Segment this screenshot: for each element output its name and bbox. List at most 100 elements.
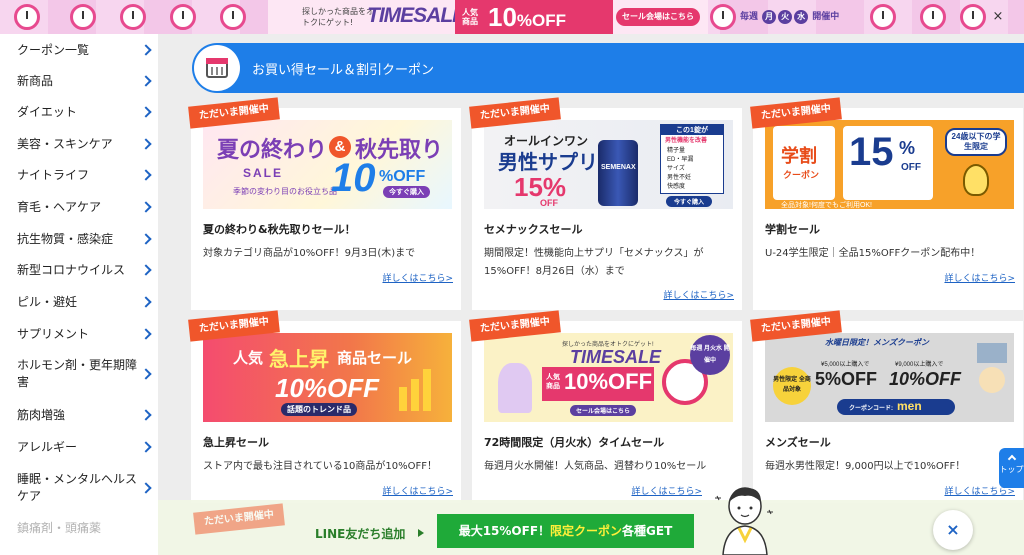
section-header-icon-wrap [194, 45, 240, 91]
sidebar-item-muscle[interactable]: 筋肉増強 [0, 399, 158, 431]
art-text: 男性サプリ [498, 152, 598, 174]
card-banner-image[interactable]: 夏の終わり & 秋先取り SALE 季節の変わり目のお役立ち品 10 %OFF … [203, 120, 452, 209]
art-text: 全品対象!何度でもご利用OK! [781, 202, 873, 209]
sale-card[interactable]: 学割 クーポン 15 % OFF 24歳以下の学生限定 全品対象!何度でもご利用… [750, 97, 1023, 310]
sidebar-item-label: 鎮痛剤・頭痛薬 [17, 520, 102, 535]
card-title: 72時間限定（月火水）タイムセール [484, 436, 665, 449]
sidebar-item-covid[interactable]: 新型コロナウイルス [0, 254, 158, 286]
card-description: 対象カテゴリ商品が10%OFF！9月3日(木)まで [203, 248, 416, 259]
alarm-clock-icon [170, 4, 196, 30]
chevron-right-icon [140, 482, 152, 494]
art-text: ED・早漏 [667, 157, 694, 163]
card-banner-image[interactable]: 探しかった商品をオトクにゲット! TIMESALE 人気商品 10%OFF セー… [484, 333, 733, 422]
art-text: 10 [331, 156, 376, 200]
art-text: TIMESALE [570, 347, 662, 367]
card-details-link[interactable]: 詳しくはこちら> [944, 271, 1015, 284]
alarm-clock-icon [960, 4, 986, 30]
sidebar-item-allergy[interactable]: アレルギー [0, 431, 158, 463]
sale-card[interactable]: オールインワン 男性サプリ 15% OFF SEMENAX この1錠が 男性機能… [469, 97, 742, 310]
card-banner-image[interactable]: 学割 クーポン 15 % OFF 24歳以下の学生限定 全品対象!何度でもご利用… [765, 120, 1014, 209]
banner-week-post: 開催中 [812, 12, 840, 22]
banner-week-pre: 毎週 [740, 12, 759, 22]
alarm-clock-icon [14, 4, 40, 30]
line-button-text: 各種GET [622, 524, 673, 538]
sale-card[interactable]: 夏の終わり & 秋先取り SALE 季節の変わり目のお役立ち品 10 %OFF … [188, 97, 461, 310]
card-details-link[interactable]: 詳しくはこちら> [663, 288, 734, 301]
art-text: ¥5,000以上購入で [821, 362, 870, 368]
arrow-up-icon [1007, 454, 1016, 464]
chevron-right-icon [140, 44, 152, 56]
art-text: 話題のトレンド品 [281, 403, 357, 416]
sale-card[interactable]: 探しかった商品をオトクにゲット! TIMESALE 人気商品 10%OFF セー… [469, 310, 742, 503]
art-text: 10%OFF [275, 373, 380, 403]
line-coupon-button[interactable]: 最大15%OFF！限定クーポン各種GET [437, 514, 694, 548]
art-buy-button: 今すぐ購入 [666, 196, 713, 207]
sidebar-item-label: 睡眠・メンタルヘルスケア [17, 472, 138, 503]
art-text: 男性限定 全商品対象 [773, 367, 811, 405]
art-text: 人気 [233, 350, 264, 367]
sidebar-item-new[interactable]: 新商品 [0, 65, 158, 97]
art-text: 商品セール [337, 350, 413, 367]
art-text: men [897, 399, 922, 413]
feature-box: この1錠が 男性機能を改善 精子量 ED・早漏 サイズ 男性不妊 快感度 [660, 124, 724, 194]
card-banner-image[interactable]: 水曜日限定！メンズクーポン 男性限定 全商品対象 ¥5,000以上購入で 5%O… [765, 333, 1014, 422]
banner-close-button[interactable]: × [990, 9, 1006, 25]
line-friend-label: LINE友だち追加 [315, 527, 406, 541]
banner-percent-suffix: %OFF [516, 11, 567, 30]
art-text: セール会場はこちら [570, 405, 637, 416]
sidebar-item-beauty[interactable]: 美容・スキンケア [0, 128, 158, 160]
close-line-banner-button[interactable]: × [933, 510, 973, 550]
card-description: 期間限定！性機能向上サプリ「セメナックス」が15%OFF！8月26日（水）まで [484, 248, 704, 277]
scroll-to-top-button[interactable]: トップ [999, 448, 1024, 488]
card-details-link[interactable]: 詳しくはこちら> [382, 484, 453, 497]
arrow-right-icon [418, 529, 424, 537]
sidebar-item-diet[interactable]: ダイエット [0, 96, 158, 128]
card-details-link[interactable]: 詳しくはこちら> [631, 484, 702, 497]
line-button-highlight: 限定クーポン [550, 524, 623, 538]
chevron-right-icon [140, 233, 152, 245]
sidebar-item-haircare[interactable]: 育毛・ヘアケア [0, 191, 158, 223]
card-description: 毎週水男性限定！9,000円以上で10%OFF！ [765, 461, 966, 472]
art-text: SEMENAX [601, 164, 636, 171]
banner-day: 水 [794, 10, 809, 24]
art-text: OFF [540, 198, 558, 208]
bar-graphic [399, 387, 407, 411]
banner-sale-link-button[interactable]: セール会場はこちら [616, 8, 700, 26]
card-title: メンズセール [765, 436, 831, 449]
art-text: 10%OFF [564, 369, 653, 394]
chevron-right-icon [140, 169, 152, 181]
sidebar-item-label: クーポン一覧 [17, 42, 90, 57]
banner-subtitle: 探しかった商品をオトクにゲット! [302, 7, 374, 27]
chevron-right-icon [140, 328, 152, 340]
sidebar-item-sleep[interactable]: 睡眠・メンタルヘルスケア [0, 464, 158, 512]
chevron-right-icon [140, 409, 152, 421]
top-timesale-banner[interactable]: 探しかった商品をオトクにゲット! TIMESALE 人気商品 10%OFF セー… [0, 0, 1024, 34]
art-text: % [899, 138, 916, 158]
sidebar-item-nightlife[interactable]: ナイトライフ [0, 159, 158, 191]
alarm-clock-icon [120, 4, 146, 30]
sidebar-item-supplements[interactable]: サプリメント [0, 318, 158, 350]
sale-card[interactable]: 人気 急上昇 商品セール 10%OFF 話題のトレンド品 ただいま開催中 急上昇… [188, 310, 461, 503]
sidebar-item-painkillers[interactable]: 鎮痛剤・頭痛薬 [0, 512, 158, 544]
art-text: 急上昇 [269, 349, 329, 371]
sidebar-item-hormones[interactable]: ホルモン剤・更年期障害 [0, 350, 158, 398]
art-buy-button: 今すぐ購入 [383, 186, 430, 198]
alarm-clock-icon [70, 4, 96, 30]
sale-card[interactable]: 水曜日限定！メンズクーポン 男性限定 全商品対象 ¥5,000以上購入で 5%O… [750, 310, 1023, 503]
sidebar-item-pill[interactable]: ピル・避妊 [0, 286, 158, 318]
sidebar-item-label: 新商品 [17, 73, 54, 88]
art-text: この1錠が [661, 125, 723, 135]
sidebar-item-label: 筋肉増強 [17, 407, 66, 422]
sidebar-item-antibiotics[interactable]: 抗生物質・感染症 [0, 223, 158, 255]
art-text: 10%OFF [889, 369, 962, 389]
card-banner-image[interactable]: 人気 急上昇 商品セール 10%OFF 話題のトレンド品 [203, 333, 452, 422]
alarm-clock-icon [710, 4, 736, 30]
art-text: ¥9,000以上購入で [895, 362, 944, 368]
card-banner-image[interactable]: オールインワン 男性サプリ 15% OFF SEMENAX この1錠が 男性機能… [484, 120, 733, 209]
card-details-link[interactable]: 詳しくはこちら> [382, 271, 453, 284]
line-button-text: 最大15%OFF！ [458, 524, 551, 538]
sidebar-item-label: アレルギー [17, 439, 78, 454]
card-title: 学割セール [765, 223, 820, 236]
art-text: %OFF [379, 168, 426, 185]
sidebar-item-coupons[interactable]: クーポン一覧 [0, 34, 158, 66]
